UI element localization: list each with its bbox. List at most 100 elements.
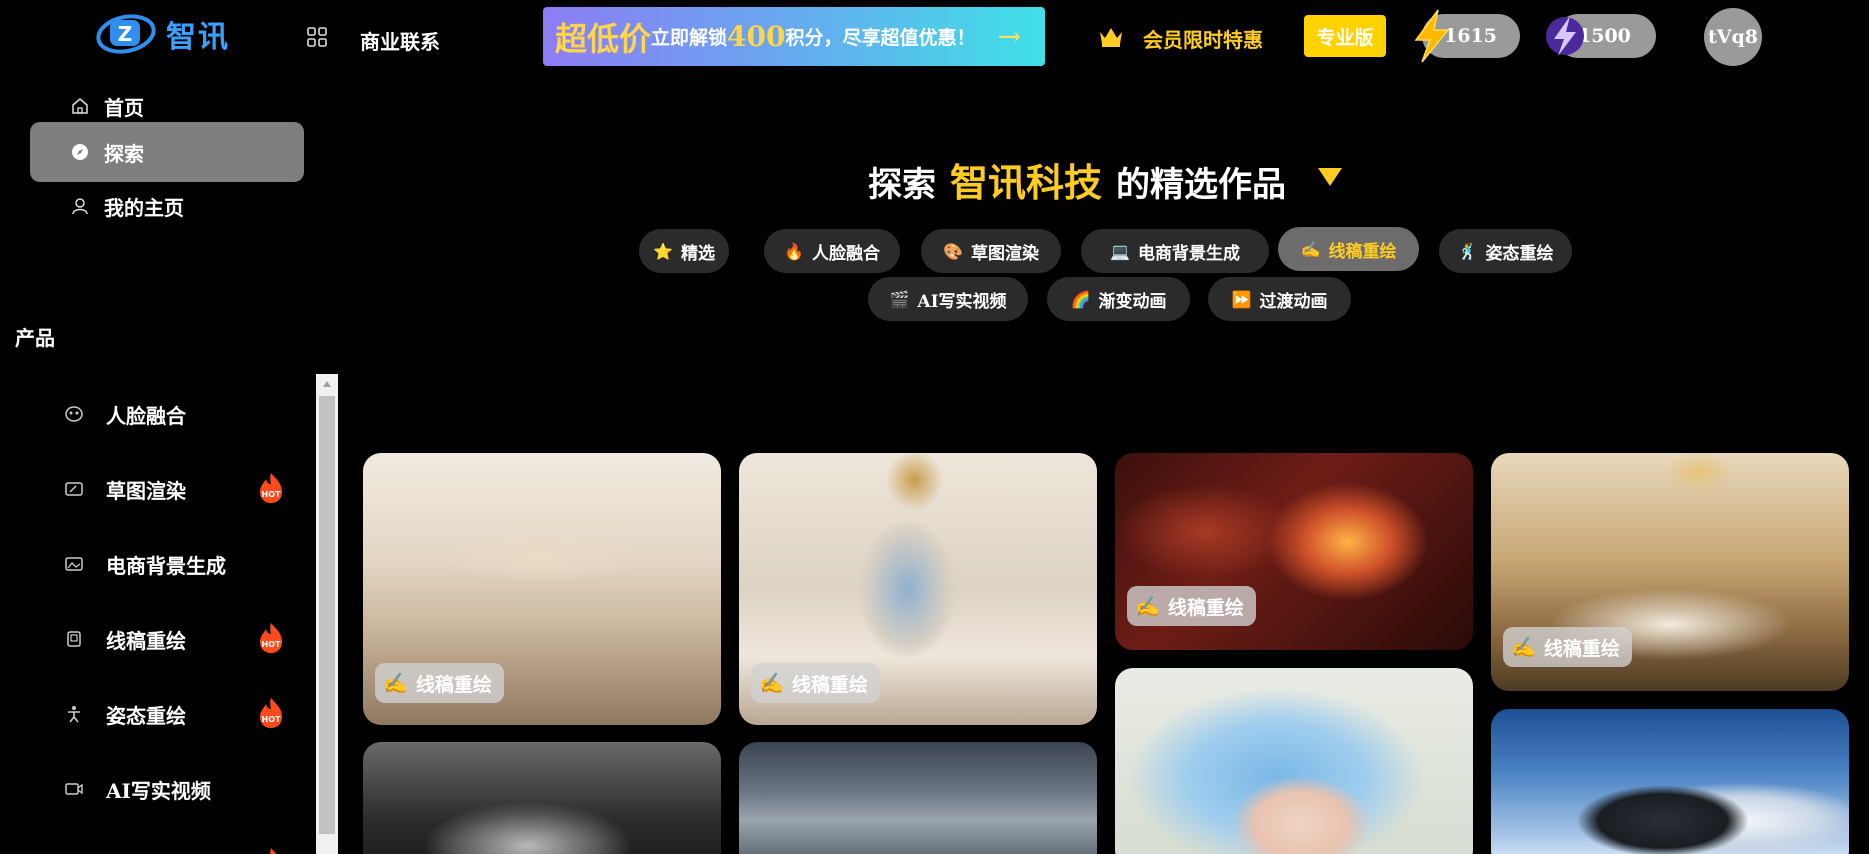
chip-face-fusion[interactable]: 🔥 人脸融合: [764, 229, 900, 273]
chip-label: 草图渲染: [970, 243, 1039, 264]
gallery-card[interactable]: ✍️ 线稿重绘: [739, 453, 1097, 725]
logo-text: 智讯: [166, 20, 230, 55]
promo-banner[interactable]: 超低价 立即解锁 400 积分，尽享超值优惠！ →: [543, 7, 1045, 66]
gallery-card[interactable]: ✍️ 线稿重绘: [1491, 453, 1849, 691]
pro-version-button[interactable]: 专业版: [1304, 15, 1386, 57]
nav-explore[interactable]: 探索: [30, 122, 304, 182]
fast-forward-icon: ⏩: [1231, 289, 1252, 309]
gallery-card[interactable]: [1115, 668, 1473, 854]
writing-hand-icon: ✍️: [1511, 635, 1536, 659]
svg-text:Z: Z: [118, 22, 133, 46]
dancer-icon: 🕺: [1457, 241, 1478, 261]
chip-label: 线稿重绘: [1328, 241, 1397, 262]
product-sketch-render[interactable]: 草图渲染 HOT: [64, 469, 294, 509]
chip-label: 精选: [680, 243, 715, 264]
promo-text-2: 积分，尽享超值优惠！: [785, 27, 976, 49]
user-avatar[interactable]: tVq8: [1704, 8, 1762, 66]
business-contact-link[interactable]: 商业联系: [360, 26, 440, 55]
chip-label: AI写实视频: [917, 291, 1007, 312]
chip-ai-video[interactable]: 🎬 AI写实视频: [868, 277, 1028, 321]
product-list: 人脸融合 草图渲染 HOT 电商背景生成 线稿重绘 HOT 姿态重绘 HOT A…: [0, 374, 316, 854]
user-icon: [72, 198, 88, 215]
video-icon: [65, 783, 83, 795]
lightning-icon: [1414, 9, 1450, 63]
product-lineart-redraw[interactable]: 线稿重绘 HOT: [64, 619, 294, 659]
product-label: 电商背景生成: [106, 553, 226, 578]
crown-icon: [1100, 28, 1122, 47]
card-category-tag: ✍️ 线稿重绘: [375, 663, 504, 703]
laptop-icon: 💻: [1110, 241, 1130, 261]
fire-icon: 🔥: [784, 241, 804, 261]
page-title: 探索 智讯科技 的精选作品: [868, 152, 1286, 207]
chip-ecommerce-background[interactable]: 💻 电商背景生成: [1081, 229, 1269, 273]
chip-label: 过渡动画: [1259, 291, 1328, 312]
writing-hand-icon: ✍️: [1135, 594, 1160, 618]
svg-text:HOT: HOT: [262, 715, 281, 724]
card-tag-label: 线稿重绘: [415, 673, 492, 696]
logo[interactable]: Z 智讯: [96, 12, 230, 56]
gallery-card[interactable]: [363, 742, 721, 854]
nav-my-page[interactable]: 我的主页: [30, 176, 304, 236]
sketch-icon: [65, 482, 83, 496]
caret-down-icon[interactable]: [1316, 166, 1344, 188]
hot-badge-icon: HOT: [260, 473, 282, 503]
nav-my-page-label: 我的主页: [104, 195, 184, 220]
gallery-card[interactable]: ✍️ 线稿重绘: [363, 453, 721, 725]
product-partial-item[interactable]: [64, 834, 294, 854]
purple-lightning-icon: [1546, 16, 1584, 56]
chip-transition-animation[interactable]: ⏩ 过渡动画: [1208, 277, 1351, 321]
product-face-fusion[interactable]: 人脸融合: [64, 394, 294, 434]
card-category-tag: ✍️ 线稿重绘: [1503, 627, 1632, 667]
partial-item-placeholder: [64, 845, 184, 854]
card-tag-label: 线稿重绘: [1167, 596, 1244, 619]
hot-badge-icon: [266, 848, 277, 854]
writing-hand-icon: ✍️: [383, 671, 408, 695]
hot-badge-icon: HOT: [260, 698, 282, 728]
product-label: 人脸融合: [106, 403, 186, 428]
rainbow-icon: 🌈: [1070, 289, 1091, 309]
product-pose-redraw[interactable]: 姿态重绘 HOT: [64, 694, 294, 734]
member-offer-link[interactable]: 会员限时特惠: [1143, 24, 1263, 53]
chip-featured[interactable]: ⭐ 精选: [639, 229, 729, 273]
title-prefix: 探索: [868, 165, 936, 205]
apps-grid-icon[interactable]: [306, 26, 328, 48]
pose-icon: [68, 706, 80, 723]
products-section-title: 产品: [15, 326, 55, 350]
gallery-card[interactable]: [739, 742, 1097, 854]
svg-text:HOT: HOT: [262, 640, 281, 649]
chip-gradient-animation[interactable]: 🌈 渐变动画: [1047, 277, 1190, 321]
hot-badge-icon: HOT: [260, 623, 282, 653]
sidebar: 首页 探索 我的主页 产品 人脸融合 草图渲染 HOT 电商背景生成 线稿重绘 …: [0, 72, 340, 854]
chip-sketch-render[interactable]: 🎨 草图渲染: [921, 229, 1061, 273]
promo-headline: 超低价: [555, 19, 652, 58]
chip-label: 渐变动画: [1098, 291, 1167, 312]
arrow-right-icon: →: [997, 20, 1021, 53]
lineart-icon: [67, 631, 81, 647]
product-label: 线稿重绘: [106, 628, 186, 653]
chip-label: 电商背景生成: [1137, 243, 1240, 264]
product-label: AI写实视频: [106, 778, 211, 803]
image-icon: [65, 557, 83, 571]
star-icon: ⭐: [653, 241, 673, 261]
scroll-up-arrow-icon[interactable]: [316, 374, 338, 394]
logo-mark-icon: Z: [96, 14, 156, 54]
clapper-icon: 🎬: [889, 289, 910, 309]
chip-lineart-redraw[interactable]: ✍️ 线稿重绘: [1278, 227, 1419, 271]
nav-home-label: 首页: [104, 95, 144, 120]
product-ecommerce-background[interactable]: 电商背景生成: [64, 544, 294, 584]
top-header: Z 智讯 商业联系 超低价 立即解锁 400 积分，尽享超值优惠！ → 会员限时…: [0, 0, 1869, 72]
product-ai-video[interactable]: AI写实视频: [64, 769, 294, 809]
writing-hand-icon: ✍️: [759, 671, 784, 695]
palette-icon: 🎨: [943, 241, 963, 261]
sidebar-scrollbar[interactable]: [316, 374, 338, 854]
face-icon: [65, 406, 83, 422]
card-category-tag: ✍️ 线稿重绘: [1127, 586, 1256, 626]
writing-hand-icon: ✍️: [1300, 239, 1321, 259]
scrollbar-thumb[interactable]: [319, 396, 335, 834]
chip-label: 姿态重绘: [1485, 243, 1554, 264]
home-icon: [72, 98, 88, 114]
chip-pose-redraw[interactable]: 🕺 姿态重绘: [1439, 229, 1572, 273]
gallery-card[interactable]: [1491, 709, 1849, 854]
gallery-card[interactable]: ✍️ 线稿重绘: [1115, 453, 1473, 650]
nav-explore-label: 探索: [104, 141, 144, 166]
